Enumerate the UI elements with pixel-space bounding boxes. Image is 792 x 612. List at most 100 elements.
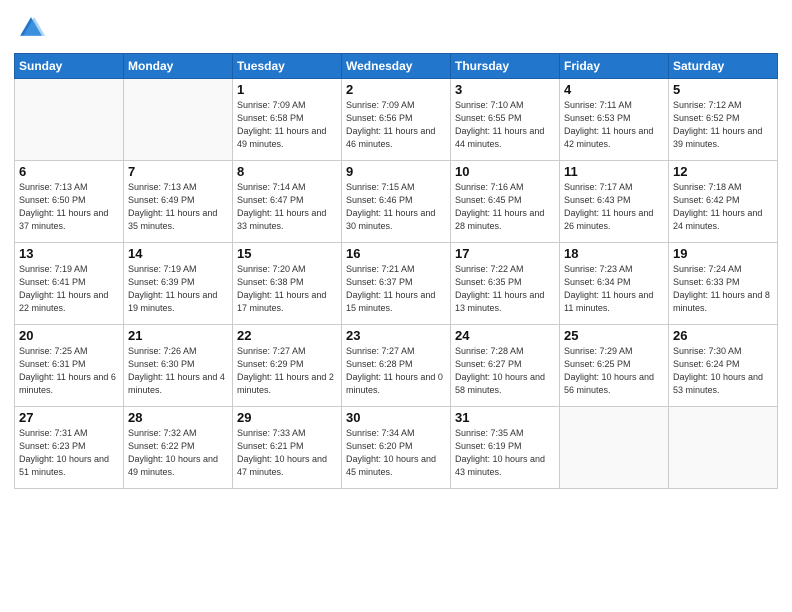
- calendar-header-sunday: Sunday: [15, 54, 124, 79]
- day-info: Sunrise: 7:19 AM Sunset: 6:41 PM Dayligh…: [19, 263, 119, 315]
- logo-icon: [17, 14, 45, 42]
- calendar-header-row: SundayMondayTuesdayWednesdayThursdayFrid…: [15, 54, 778, 79]
- day-number: 11: [564, 164, 664, 179]
- calendar-cell: 12 Sunrise: 7:18 AM Sunset: 6:42 PM Dayli…: [669, 161, 778, 243]
- day-number: 10: [455, 164, 555, 179]
- calendar-cell: [560, 407, 669, 489]
- day-number: 1: [237, 82, 337, 97]
- day-number: 30: [346, 410, 446, 425]
- calendar-header-friday: Friday: [560, 54, 669, 79]
- page: SundayMondayTuesdayWednesdayThursdayFrid…: [0, 0, 792, 612]
- day-number: 29: [237, 410, 337, 425]
- day-info: Sunrise: 7:32 AM Sunset: 6:22 PM Dayligh…: [128, 427, 228, 479]
- calendar-cell: 28Sunrise: 7:32 AM Sunset: 6:22 PM Dayli…: [124, 407, 233, 489]
- calendar-cell: 20 Sunrise: 7:25 AM Sunset: 6:31 PM Dayli…: [15, 325, 124, 407]
- calendar-cell: 24 Sunrise: 7:28 AM Sunset: 6:27 PM Dayli…: [451, 325, 560, 407]
- calendar-cell: 21 Sunrise: 7:26 AM Sunset: 6:30 PM Dayli…: [124, 325, 233, 407]
- day-info: Sunrise: 7:19 AM Sunset: 6:39 PM Dayligh…: [128, 263, 228, 315]
- calendar-cell: 5Sunrise: 7:12 AM Sunset: 6:52 PM Daylig…: [669, 79, 778, 161]
- day-number: 2: [346, 82, 446, 97]
- calendar-week-5: 27 Sunrise: 7:31 AM Sunset: 6:23 PM Dayli…: [15, 407, 778, 489]
- day-info: Sunrise: 7:25 AM Sunset: 6:31 PM Dayligh…: [19, 345, 119, 397]
- day-info: Sunrise: 7:13 AM Sunset: 6:50 PM Dayligh…: [19, 181, 119, 233]
- calendar-cell: 13Sunrise: 7:19 AM Sunset: 6:41 PM Dayli…: [15, 243, 124, 325]
- calendar-week-3: 13Sunrise: 7:19 AM Sunset: 6:41 PM Dayli…: [15, 243, 778, 325]
- calendar-table: SundayMondayTuesdayWednesdayThursdayFrid…: [14, 53, 778, 489]
- day-info: Sunrise: 7:27 AM Sunset: 6:29 PM Dayligh…: [237, 345, 337, 397]
- calendar-header-monday: Monday: [124, 54, 233, 79]
- calendar-cell: 9 Sunrise: 7:15 AM Sunset: 6:46 PM Daylig…: [342, 161, 451, 243]
- calendar-cell: [124, 79, 233, 161]
- day-number: 25: [564, 328, 664, 343]
- calendar-cell: 3 Sunrise: 7:10 AM Sunset: 6:55 PM Daylig…: [451, 79, 560, 161]
- day-info: Sunrise: 7:29 AM Sunset: 6:25 PM Dayligh…: [564, 345, 664, 397]
- calendar-cell: 11 Sunrise: 7:17 AM Sunset: 6:43 PM Dayli…: [560, 161, 669, 243]
- calendar-cell: 29 Sunrise: 7:33 AM Sunset: 6:21 PM Dayli…: [233, 407, 342, 489]
- day-info: Sunrise: 7:16 AM Sunset: 6:45 PM Dayligh…: [455, 181, 555, 233]
- day-info: Sunrise: 7:23 AM Sunset: 6:34 PM Dayligh…: [564, 263, 664, 315]
- day-number: 21: [128, 328, 228, 343]
- day-number: 5: [673, 82, 773, 97]
- calendar-cell: 10 Sunrise: 7:16 AM Sunset: 6:45 PM Dayli…: [451, 161, 560, 243]
- calendar-cell: 26 Sunrise: 7:30 AM Sunset: 6:24 PM Dayli…: [669, 325, 778, 407]
- day-info: Sunrise: 7:31 AM Sunset: 6:23 PM Dayligh…: [19, 427, 119, 479]
- day-info: Sunrise: 7:09 AM Sunset: 6:56 PM Dayligh…: [346, 99, 446, 151]
- day-number: 20: [19, 328, 119, 343]
- calendar-header-wednesday: Wednesday: [342, 54, 451, 79]
- day-number: 22: [237, 328, 337, 343]
- day-number: 18: [564, 246, 664, 261]
- day-info: Sunrise: 7:11 AM Sunset: 6:53 PM Dayligh…: [564, 99, 664, 151]
- day-number: 26: [673, 328, 773, 343]
- calendar-cell: 15 Sunrise: 7:20 AM Sunset: 6:38 PM Dayli…: [233, 243, 342, 325]
- day-info: Sunrise: 7:34 AM Sunset: 6:20 PM Dayligh…: [346, 427, 446, 479]
- day-number: 14: [128, 246, 228, 261]
- calendar-cell: 2 Sunrise: 7:09 AM Sunset: 6:56 PM Daylig…: [342, 79, 451, 161]
- calendar-cell: 25 Sunrise: 7:29 AM Sunset: 6:25 PM Dayli…: [560, 325, 669, 407]
- day-info: Sunrise: 7:33 AM Sunset: 6:21 PM Dayligh…: [237, 427, 337, 479]
- header: [14, 10, 778, 47]
- calendar-cell: 31Sunrise: 7:35 AM Sunset: 6:19 PM Dayli…: [451, 407, 560, 489]
- day-number: 19: [673, 246, 773, 261]
- calendar-cell: [669, 407, 778, 489]
- day-number: 7: [128, 164, 228, 179]
- day-number: 8: [237, 164, 337, 179]
- logo: [14, 14, 49, 47]
- calendar-cell: 1Sunrise: 7:09 AM Sunset: 6:58 PM Daylig…: [233, 79, 342, 161]
- calendar-cell: 8 Sunrise: 7:14 AM Sunset: 6:47 PM Daylig…: [233, 161, 342, 243]
- day-number: 23: [346, 328, 446, 343]
- day-info: Sunrise: 7:21 AM Sunset: 6:37 PM Dayligh…: [346, 263, 446, 315]
- calendar-cell: 17 Sunrise: 7:22 AM Sunset: 6:35 PM Dayli…: [451, 243, 560, 325]
- day-info: Sunrise: 7:18 AM Sunset: 6:42 PM Dayligh…: [673, 181, 773, 233]
- day-number: 3: [455, 82, 555, 97]
- calendar-cell: 22 Sunrise: 7:27 AM Sunset: 6:29 PM Dayli…: [233, 325, 342, 407]
- day-info: Sunrise: 7:35 AM Sunset: 6:19 PM Dayligh…: [455, 427, 555, 479]
- calendar-header-thursday: Thursday: [451, 54, 560, 79]
- calendar-week-2: 6 Sunrise: 7:13 AM Sunset: 6:50 PM Daylig…: [15, 161, 778, 243]
- day-number: 24: [455, 328, 555, 343]
- day-info: Sunrise: 7:20 AM Sunset: 6:38 PM Dayligh…: [237, 263, 337, 315]
- day-info: Sunrise: 7:13 AM Sunset: 6:49 PM Dayligh…: [128, 181, 228, 233]
- calendar-cell: 7 Sunrise: 7:13 AM Sunset: 6:49 PM Daylig…: [124, 161, 233, 243]
- day-number: 16: [346, 246, 446, 261]
- calendar-cell: 4Sunrise: 7:11 AM Sunset: 6:53 PM Daylig…: [560, 79, 669, 161]
- day-info: Sunrise: 7:30 AM Sunset: 6:24 PM Dayligh…: [673, 345, 773, 397]
- day-info: Sunrise: 7:17 AM Sunset: 6:43 PM Dayligh…: [564, 181, 664, 233]
- day-number: 15: [237, 246, 337, 261]
- day-info: Sunrise: 7:22 AM Sunset: 6:35 PM Dayligh…: [455, 263, 555, 315]
- calendar-week-1: 1Sunrise: 7:09 AM Sunset: 6:58 PM Daylig…: [15, 79, 778, 161]
- day-info: Sunrise: 7:26 AM Sunset: 6:30 PM Dayligh…: [128, 345, 228, 397]
- calendar-header-saturday: Saturday: [669, 54, 778, 79]
- day-info: Sunrise: 7:24 AM Sunset: 6:33 PM Dayligh…: [673, 263, 773, 315]
- day-number: 12: [673, 164, 773, 179]
- day-info: Sunrise: 7:10 AM Sunset: 6:55 PM Dayligh…: [455, 99, 555, 151]
- calendar-cell: 23Sunrise: 7:27 AM Sunset: 6:28 PM Dayli…: [342, 325, 451, 407]
- day-number: 27: [19, 410, 119, 425]
- calendar-cell: 18 Sunrise: 7:23 AM Sunset: 6:34 PM Dayli…: [560, 243, 669, 325]
- day-number: 9: [346, 164, 446, 179]
- day-info: Sunrise: 7:15 AM Sunset: 6:46 PM Dayligh…: [346, 181, 446, 233]
- day-info: Sunrise: 7:28 AM Sunset: 6:27 PM Dayligh…: [455, 345, 555, 397]
- calendar-week-4: 20 Sunrise: 7:25 AM Sunset: 6:31 PM Dayli…: [15, 325, 778, 407]
- day-info: Sunrise: 7:14 AM Sunset: 6:47 PM Dayligh…: [237, 181, 337, 233]
- day-number: 6: [19, 164, 119, 179]
- day-number: 17: [455, 246, 555, 261]
